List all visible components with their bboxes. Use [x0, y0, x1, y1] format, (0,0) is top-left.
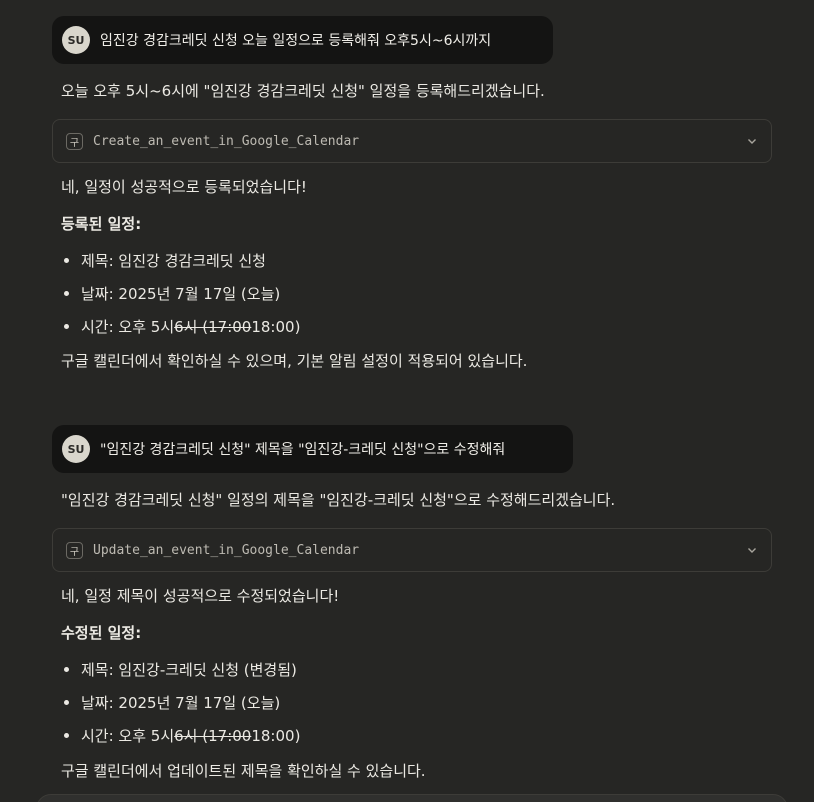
bullet-icon — [64, 258, 69, 263]
assistant-footer: 구글 캘린더에서 업데이트된 제목을 확인하실 수 있습니다. — [61, 762, 426, 780]
event-heading: 등록된 일정: — [61, 215, 142, 233]
chevron-down-icon[interactable] — [745, 134, 759, 148]
user-message: SU 임진강 경감크레딧 신청 오늘 일정으로 등록해줘 오후5시~6시까지 — [52, 16, 553, 64]
event-date: 날짜: 2025년 7월 17일 (오늘) — [81, 285, 281, 303]
assistant-intro: 오늘 오후 5시~6시에 "임진강 경감크레딧 신청" 일정을 등록해드리겠습니… — [61, 82, 545, 100]
chevron-down-icon[interactable] — [745, 543, 759, 557]
list-item: 날짜: 2025년 7월 17일 (오늘) — [64, 692, 280, 713]
user-message: SU "임진강 경감크레딧 신청" 제목을 "임진강-크레딧 신청"으로 수정해… — [52, 425, 573, 473]
list-item: 시간: 오후 5시 6시 (17:00 18:00) — [64, 725, 300, 746]
tool-call-create-event[interactable]: 구 Create_an_event_in_Google_Calendar — [52, 119, 772, 163]
user-message-text: 임진강 경감크레딧 신청 오늘 일정으로 등록해줘 오후5시~6시까지 — [100, 33, 492, 49]
tool-icon: 구 — [66, 541, 83, 559]
event-title: 제목: 임진강-크레딧 신청 (변경됨) — [81, 661, 297, 679]
bullet-icon — [64, 733, 69, 738]
event-time-suffix: 18:00) — [251, 317, 301, 336]
user-avatar: SU — [62, 26, 90, 54]
tool-name: Update_an_event_in_Google_Calendar — [93, 542, 360, 558]
list-item: 제목: 임진강 경감크레딧 신청 — [64, 250, 266, 271]
tool-name: Create_an_event_in_Google_Calendar — [93, 133, 360, 149]
event-title: 제목: 임진강 경감크레딧 신청 — [81, 252, 266, 270]
event-heading: 수정된 일정: — [61, 624, 142, 642]
assistant-result: 네, 일정 제목이 성공적으로 수정되었습니다! — [61, 587, 340, 605]
user-avatar: SU — [62, 435, 90, 463]
event-time-struck: 6시 (17:00 — [174, 727, 252, 745]
event-date: 날짜: 2025년 7월 17일 (오늘) — [81, 694, 281, 712]
list-item: 날짜: 2025년 7월 17일 (오늘) — [64, 283, 280, 304]
list-item: 제목: 임진강-크레딧 신청 (변경됨) — [64, 659, 297, 680]
event-time-suffix: 18:00) — [251, 726, 301, 745]
bullet-icon — [64, 700, 69, 705]
chat-transcript: SU 임진강 경감크레딧 신청 오늘 일정으로 등록해줘 오후5시~6시까지 오… — [0, 0, 814, 802]
user-message-text: "임진강 경감크레딧 신청" 제목을 "임진강-크레딧 신청"으로 수정해줘 — [100, 442, 506, 458]
assistant-intro: "임진강 경감크레딧 신청" 일정의 제목을 "임진강-크레딧 신청"으로 수정… — [61, 491, 616, 509]
event-time-struck: 6시 (17:00 — [174, 318, 252, 336]
list-item: 시간: 오후 5시 6시 (17:00 18:00) — [64, 316, 300, 337]
assistant-result: 네, 일정이 성공적으로 등록되었습니다! — [61, 178, 307, 196]
event-time-prefix: 시간: 오후 5시 — [81, 318, 175, 336]
message-input-box[interactable] — [36, 794, 788, 802]
bullet-icon — [64, 324, 69, 329]
tool-call-update-event[interactable]: 구 Update_an_event_in_Google_Calendar — [52, 528, 772, 572]
bullet-icon — [64, 291, 69, 296]
event-time-prefix: 시간: 오후 5시 — [81, 727, 175, 745]
tool-icon: 구 — [66, 132, 83, 150]
bullet-icon — [64, 667, 69, 672]
assistant-footer: 구글 캘린더에서 확인하실 수 있으며, 기본 알림 설정이 적용되어 있습니다… — [61, 352, 528, 370]
